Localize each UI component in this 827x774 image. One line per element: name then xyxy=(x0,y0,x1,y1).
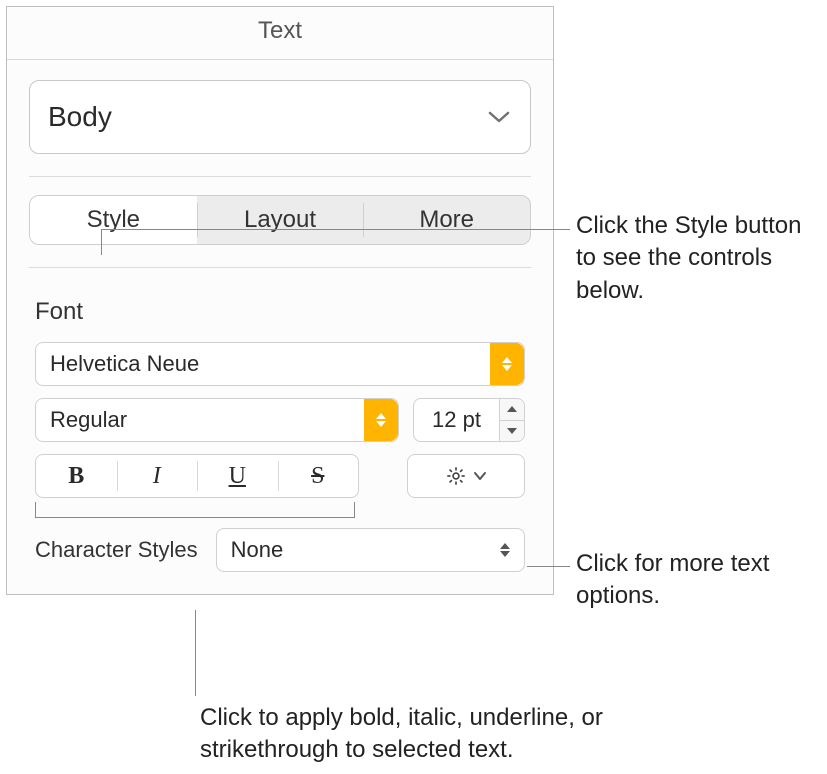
callout-connector xyxy=(195,610,196,696)
character-style-popup[interactable]: None xyxy=(216,528,525,572)
font-family-popup[interactable]: Helvetica Neue xyxy=(35,342,525,386)
chevron-up-icon xyxy=(507,406,517,412)
text-format-panel: Text Body Style Layout More Font Helveti… xyxy=(6,6,554,595)
callout-biu: Click to apply bold, italic, underline, … xyxy=(200,702,700,767)
font-section-label: Font xyxy=(7,268,553,332)
callout-gear: Click for more text options. xyxy=(576,548,816,613)
underline-button[interactable]: U xyxy=(197,455,278,497)
paragraph-style-section: Body xyxy=(7,60,553,177)
tab-layout[interactable]: Layout xyxy=(197,196,364,244)
chevron-down-icon xyxy=(488,110,510,124)
font-size-increase[interactable] xyxy=(500,399,524,420)
callout-connector xyxy=(527,566,570,567)
chevron-down-icon xyxy=(507,428,517,434)
font-size-value: 12 pt xyxy=(432,407,481,433)
character-style-value: None xyxy=(231,537,284,563)
paragraph-style-popup[interactable]: Body xyxy=(29,80,531,154)
panel-title: Text xyxy=(7,7,553,60)
paragraph-style-value: Body xyxy=(48,101,112,133)
text-style-buttons: B I U S xyxy=(35,454,359,498)
callout-connector xyxy=(101,229,102,255)
callout-connector xyxy=(101,229,570,230)
underline-icon: U xyxy=(229,463,246,490)
chevron-down-icon xyxy=(473,471,487,481)
font-size-stepper xyxy=(499,398,525,442)
font-family-value: Helvetica Neue xyxy=(50,351,199,377)
bold-button[interactable]: B xyxy=(36,455,117,497)
font-section: Helvetica Neue Regular 12 pt xyxy=(7,332,553,594)
inspector-tabs: Style Layout More xyxy=(29,195,531,245)
advanced-options-button[interactable] xyxy=(407,454,525,498)
strikethrough-button[interactable]: S xyxy=(278,455,359,497)
gear-icon xyxy=(445,465,467,487)
callout-bracket xyxy=(35,502,355,518)
character-styles-label: Character Styles xyxy=(35,537,198,563)
callout-style-tab: Click the Style button to see the contro… xyxy=(576,210,816,307)
tabs-section: Style Layout More xyxy=(7,177,553,268)
popup-stepper-icon xyxy=(490,343,524,385)
stepper-icon xyxy=(500,543,510,557)
font-typeface-value: Regular xyxy=(50,407,127,433)
italic-button[interactable]: I xyxy=(117,455,198,497)
popup-stepper-icon xyxy=(364,399,398,441)
font-size-group: 12 pt xyxy=(413,398,525,442)
strikethrough-icon: S xyxy=(311,463,324,490)
tab-more[interactable]: More xyxy=(363,196,530,244)
bold-icon: B xyxy=(68,463,84,490)
tab-style[interactable]: Style xyxy=(30,196,197,244)
font-typeface-popup[interactable]: Regular xyxy=(35,398,399,442)
font-size-decrease[interactable] xyxy=(500,420,524,442)
italic-icon: I xyxy=(153,463,161,490)
font-size-field[interactable]: 12 pt xyxy=(413,398,499,442)
